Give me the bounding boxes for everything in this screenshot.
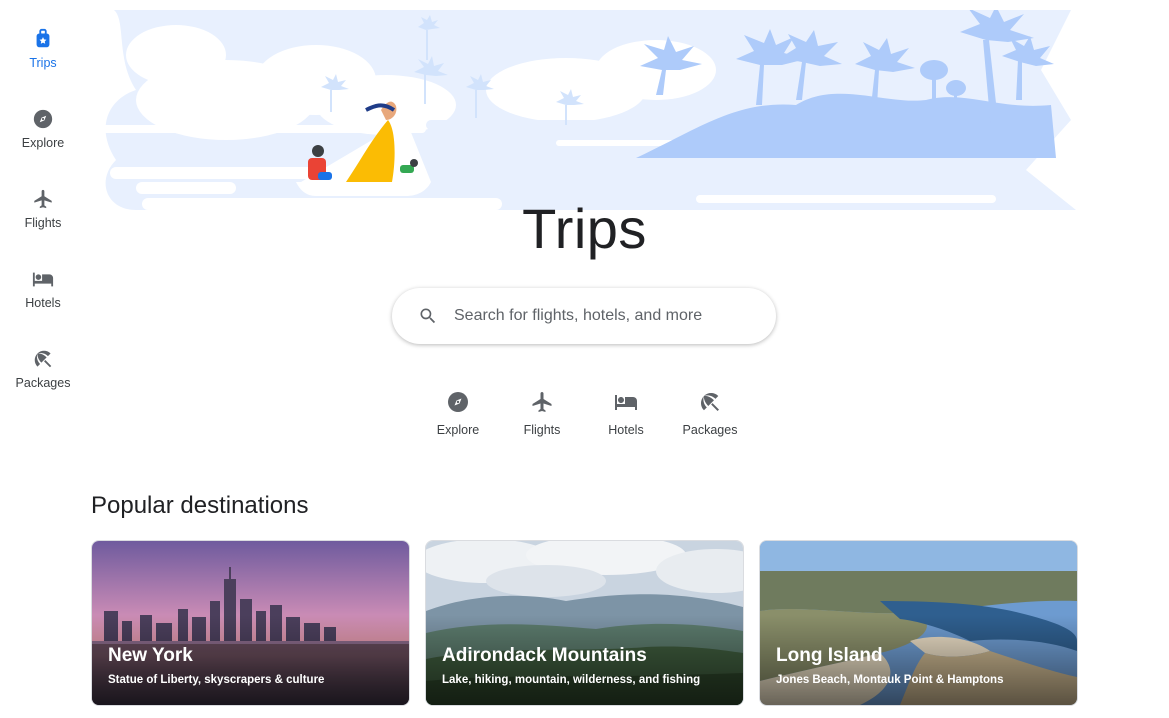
sidebar-item-label: Hotels <box>25 296 61 310</box>
quick-link-label: Packages <box>682 423 738 437</box>
page-title: Trips <box>522 197 647 260</box>
destination-card-new-york[interactable]: New York Statue of Liberty, skyscrapers … <box>91 540 410 706</box>
beach-umbrella-icon <box>34 350 52 368</box>
search-icon <box>420 308 436 324</box>
compass-icon <box>448 392 468 412</box>
beach-umbrella-icon <box>701 393 719 411</box>
quick-link-label: Explore <box>436 423 480 437</box>
destination-description: Jones Beach, Montauk Point & Hamptons <box>776 674 1004 686</box>
destination-name: Long Island <box>776 645 883 666</box>
sidebar-item-hotels[interactable]: Hotels <box>0 268 86 338</box>
destination-description: Statue of Liberty, skyscrapers & culture <box>108 674 325 686</box>
sidebar-item-label: Explore <box>21 136 65 150</box>
side-nav: Trips Explore Flights Hotels Packages <box>0 0 86 718</box>
destination-card-long-island[interactable]: Long Island Jones Beach, Montauk Point &… <box>759 540 1078 706</box>
quick-link-label: Flights <box>523 423 561 437</box>
quick-link-explore[interactable]: Explore <box>416 390 500 437</box>
quick-link-hotels[interactable]: Hotels <box>584 390 668 437</box>
bed-icon <box>615 395 637 410</box>
quick-link-flights[interactable]: Flights <box>500 390 584 437</box>
search-box[interactable] <box>392 288 776 344</box>
sidebar-item-trips[interactable]: Trips <box>0 28 86 98</box>
section-title: Popular destinations <box>91 492 309 519</box>
bed-icon <box>32 272 54 287</box>
quick-link-packages[interactable]: Packages <box>668 390 752 437</box>
compass-icon <box>33 109 53 129</box>
sidebar-item-packages[interactable]: Packages <box>0 348 86 418</box>
sidebar-item-label: Trips <box>29 56 57 70</box>
search-input[interactable] <box>452 306 746 326</box>
destination-name: New York <box>108 645 193 666</box>
trips-icon <box>36 28 50 48</box>
airplane-icon <box>532 392 552 412</box>
sidebar-item-label: Packages <box>15 376 71 390</box>
destination-card-adirondack-mountains[interactable]: Adirondack Mountains Lake, hiking, mount… <box>425 540 744 706</box>
quick-links: Explore Flights Hotels Packages <box>416 390 752 450</box>
destination-name: Adirondack Mountains <box>442 645 647 666</box>
quick-link-label: Hotels <box>608 423 644 437</box>
sidebar-item-explore[interactable]: Explore <box>0 108 86 178</box>
destination-description: Lake, hiking, mountain, wilderness, and … <box>442 674 701 686</box>
